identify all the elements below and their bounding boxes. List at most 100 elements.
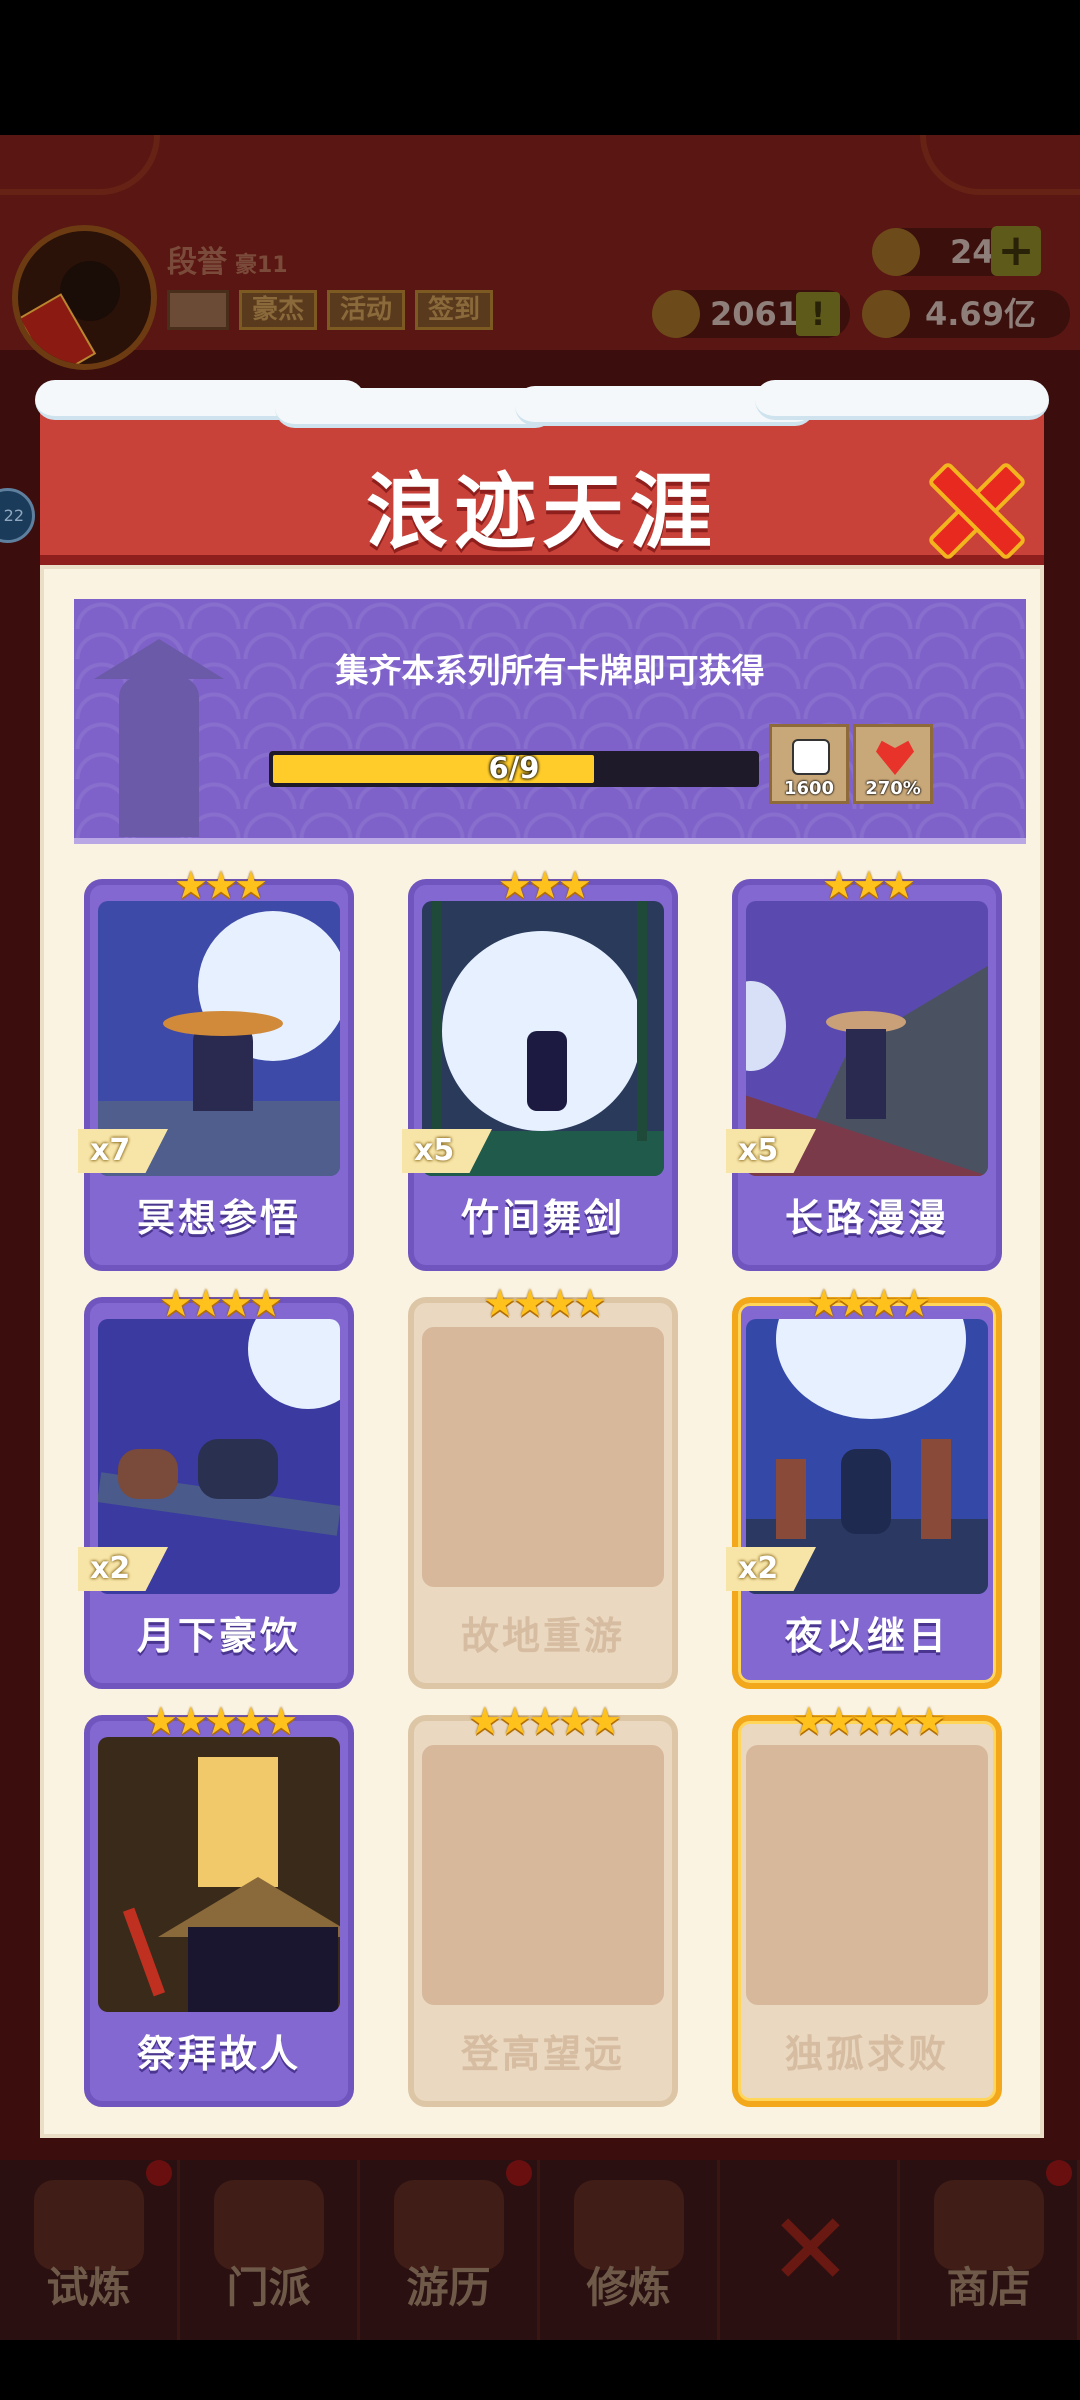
banner-text: 集齐本系列所有卡牌即可获得: [335, 651, 765, 690]
card-climb-high[interactable]: ★★★★★ 登高望远: [408, 1701, 678, 2107]
card-stars: ★★★★: [158, 1281, 283, 1325]
player-name-text: 段誉: [167, 245, 227, 280]
card-art: [98, 1737, 340, 2012]
nav-travel[interactable]: 游历: [360, 2160, 540, 2340]
card-stars: ★★★★★: [791, 1699, 946, 1743]
card-moon-drinking[interactable]: ★★★★ x2 月下豪饮: [78, 1283, 354, 1689]
card-name: 长路漫漫: [784, 1196, 949, 1240]
card-honor-the-departed[interactable]: ★★★★★ 祭拜故人: [84, 1701, 354, 2107]
swordsman: [527, 1031, 567, 1111]
card-dugu-qiubai[interactable]: ★★★★★ 独孤求败: [732, 1701, 1002, 2107]
card-revisit[interactable]: ★★★★ 故地重游: [408, 1283, 678, 1689]
player-avatar[interactable]: [12, 225, 157, 370]
card-long-road[interactable]: ★★★ x5 长路漫漫: [726, 865, 1002, 1271]
cloud-ornament-left: [0, 135, 160, 195]
notification-dot: [146, 2160, 172, 2186]
mail-icon[interactable]: [167, 290, 229, 330]
card-meditation[interactable]: ★★★ x7 冥想参悟: [78, 865, 354, 1271]
moon: [248, 1319, 340, 1409]
close-icon: ✕: [768, 2191, 853, 2308]
gem-counter: 24 +: [872, 226, 1041, 276]
body-shape: [119, 677, 199, 837]
bottom-nav: 试炼 门派 游历 修炼 ✕ 商店: [0, 2160, 1080, 2340]
straw-hat: [163, 1011, 283, 1036]
close-button[interactable]: [926, 461, 1018, 553]
incense: [122, 1907, 166, 1997]
heroes-button[interactable]: 豪杰: [239, 290, 318, 330]
snow-decoration: [35, 380, 1049, 428]
card-stars: ★★★★: [482, 1281, 607, 1325]
card-name: 夜以继日: [784, 1614, 949, 1658]
snow-drift: [755, 380, 1049, 420]
token-value: 2061: [710, 295, 800, 333]
reward-dice[interactable]: 1600: [769, 724, 849, 804]
system-nav-bar: [0, 2340, 1080, 2400]
nav-cultivate[interactable]: 修炼: [540, 2160, 720, 2340]
card-stars: ★★★★★: [467, 1699, 622, 1743]
companion: [198, 1439, 278, 1499]
snow-drift: [275, 388, 555, 428]
dice-icon: [792, 739, 830, 775]
reward-value: 270%: [865, 778, 921, 799]
coin-counter: 4.69亿: [862, 290, 1070, 338]
card-collection-modal: 浪迹天涯 集齐本系列所有卡牌即可获得 6/9 1600 270% ★★★ x7 …: [35, 380, 1049, 2138]
card-art-placeholder: [422, 1745, 664, 2005]
nav-trial[interactable]: 试炼: [0, 2160, 180, 2340]
wooden-post: [776, 1459, 806, 1539]
nav-label: 试炼: [46, 2263, 131, 2312]
collection-progress-bar: 6/9: [269, 751, 759, 787]
hud-button-row: 豪杰 活动 签到: [167, 290, 494, 330]
drinker: [118, 1449, 178, 1499]
notification-dot: [1046, 2160, 1072, 2186]
card-art-placeholder: [746, 1745, 988, 2005]
alert-icon[interactable]: !: [796, 292, 840, 336]
traveler: [846, 1029, 886, 1119]
card-name: 故地重游: [460, 1614, 625, 1658]
modal-body: 集齐本系列所有卡牌即可获得 6/9 1600 270% ★★★ x7 冥想参悟 …: [40, 565, 1044, 2138]
nav-label: 游历: [406, 2263, 491, 2312]
moon: [776, 1319, 966, 1419]
card-name: 祭拜故人: [136, 2032, 301, 2076]
cloud-ornament-right: [920, 135, 1080, 195]
card-bamboo-sword[interactable]: ★★★ x5 竹间舞剑: [402, 865, 678, 1271]
card-day-and-night[interactable]: ★★★★ x2 夜以继日: [726, 1283, 1002, 1689]
player-level: 豪11: [235, 253, 288, 278]
nav-label: 商店: [946, 2263, 1031, 2312]
nav-sect[interactable]: 门派: [180, 2160, 360, 2340]
nav-label: 门派: [226, 2263, 311, 2312]
wooden-post: [921, 1439, 951, 1539]
bamboo: [637, 901, 647, 1141]
nav-shop[interactable]: 商店: [900, 2160, 1080, 2340]
notification-dot: [506, 2160, 532, 2186]
coin-value: 4.69亿: [925, 295, 1036, 333]
gem-icon: [872, 228, 920, 276]
moon: [746, 981, 786, 1071]
token-icon: [652, 290, 700, 338]
card-name: 登高望远: [460, 2032, 625, 2076]
fighter: [841, 1449, 891, 1534]
card-name: 竹间舞剑: [460, 1196, 625, 1240]
mourner: [188, 1927, 338, 2012]
card-stars: ★★★: [173, 863, 268, 907]
collection-banner: 集齐本系列所有卡牌即可获得 6/9 1600 270%: [74, 599, 1026, 844]
card-stars: ★★★★★: [143, 1699, 298, 1743]
player-name: 段誉 豪11: [167, 237, 288, 281]
reward-value: 1600: [783, 778, 835, 799]
nav-active-close[interactable]: ✕: [720, 2160, 900, 2340]
checkin-button[interactable]: 签到: [415, 290, 494, 330]
card-name: 月下豪饮: [136, 1614, 301, 1658]
bamboo: [432, 901, 442, 1141]
card-grid: ★★★ x7 冥想参悟 ★★★ x5 竹间舞剑 ★★★ x5 长路漫漫 ★★★★…: [78, 865, 1008, 2119]
modal-title: 浪迹天涯: [365, 465, 718, 560]
modal-header: 浪迹天涯: [40, 405, 1044, 565]
card-stars: ★★★: [497, 863, 592, 907]
card-name: 冥想参悟: [136, 1196, 301, 1240]
nav-label: 修炼: [586, 2263, 671, 2312]
status-bar: [0, 0, 1080, 135]
add-gems-button[interactable]: +: [991, 226, 1041, 276]
events-button[interactable]: 活动: [327, 290, 406, 330]
coin-icon: [862, 290, 910, 338]
heart-icon: [876, 740, 914, 775]
reward-heart[interactable]: 270%: [853, 724, 933, 804]
gem-value: 24: [950, 233, 995, 271]
